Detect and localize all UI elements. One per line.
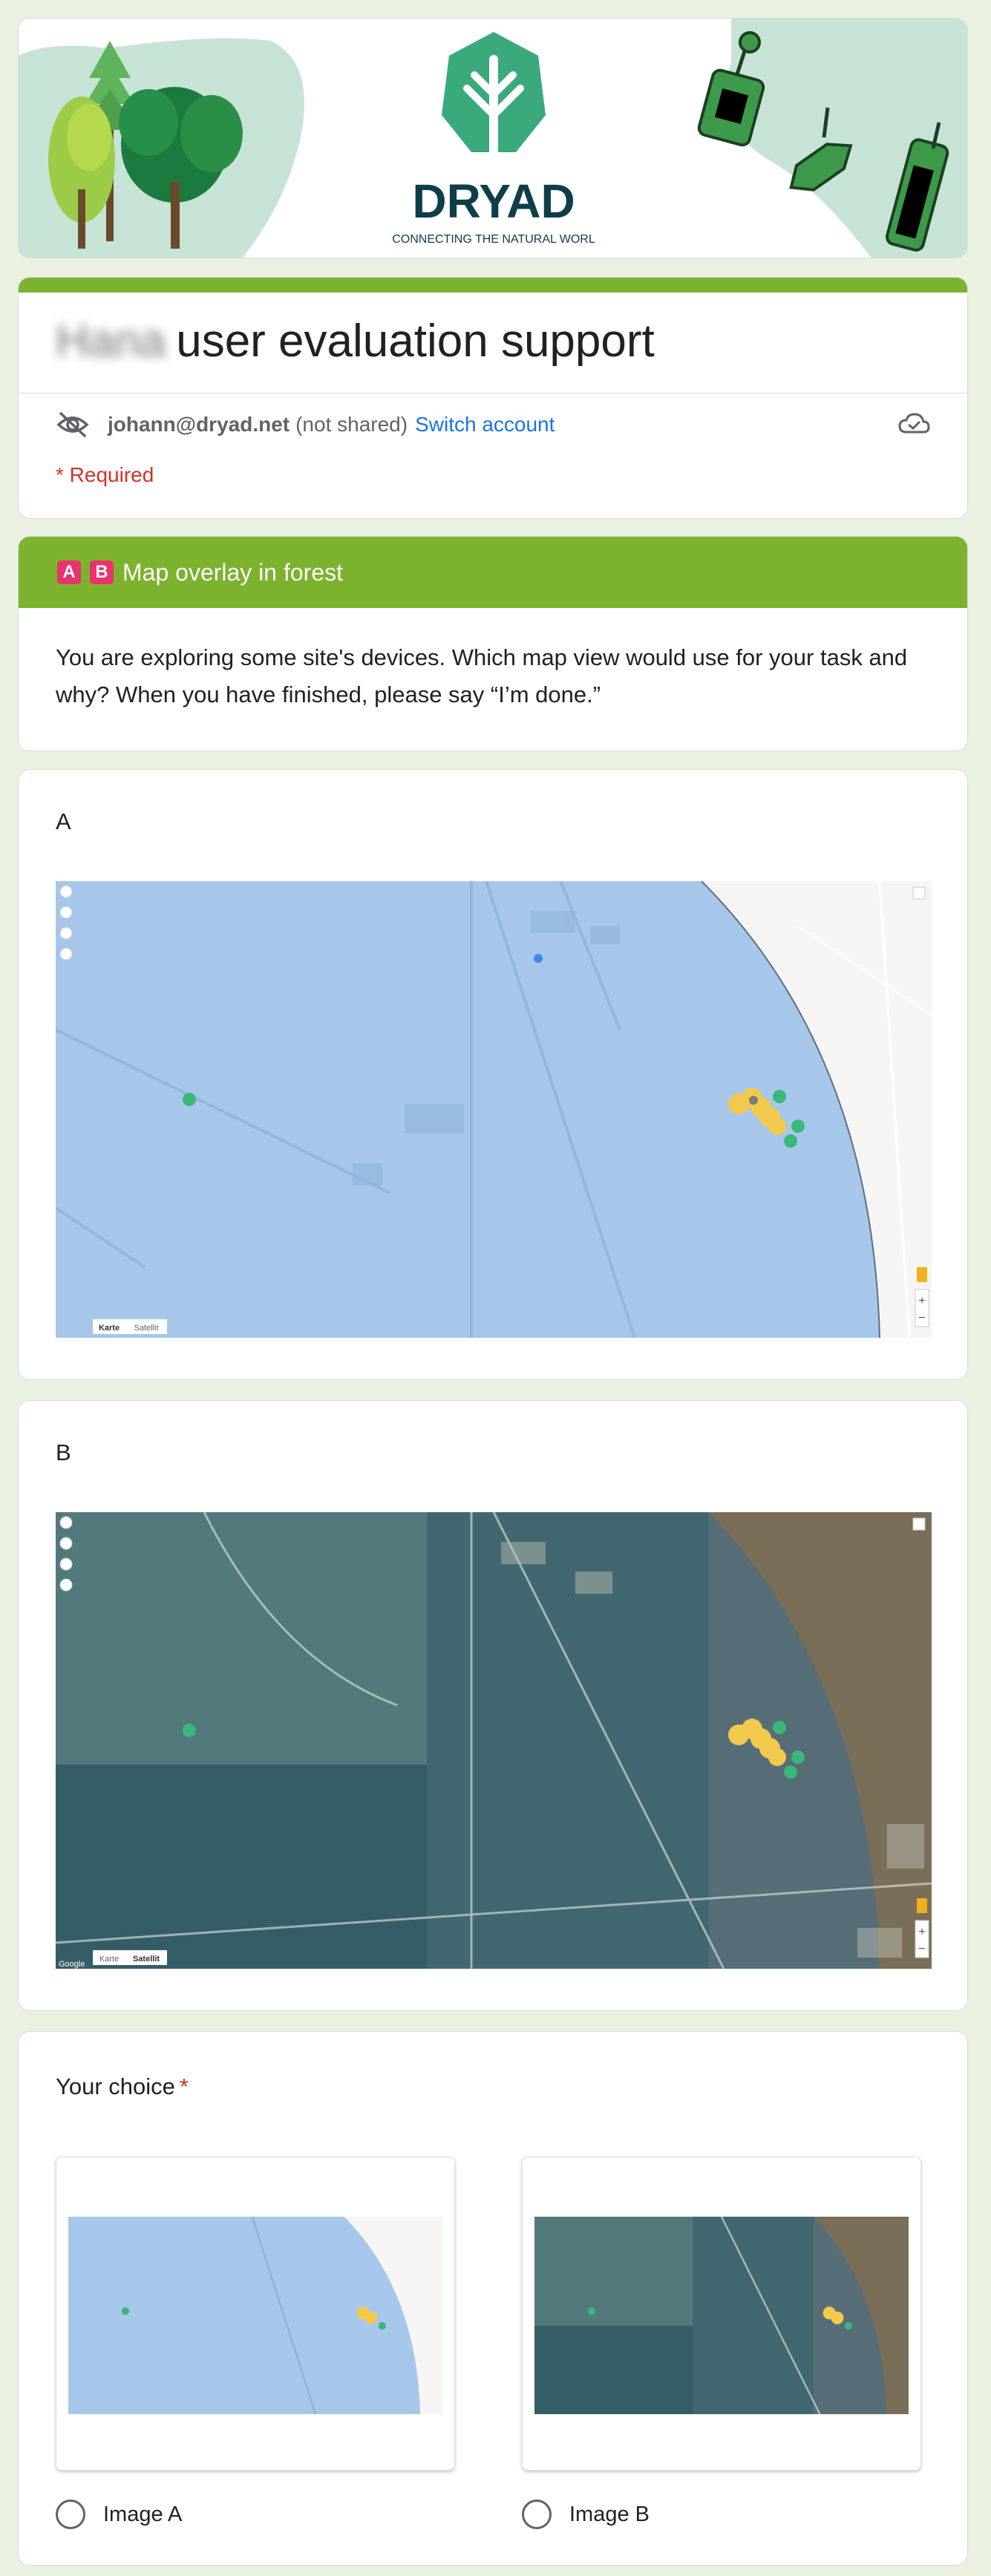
svg-text:−: −: [918, 1943, 925, 1955]
question-label: B: [56, 1439, 71, 1465]
google-attribution: Google: [59, 1960, 85, 1969]
option-b[interactable]: Image B: [522, 2500, 650, 2529]
blurred-name: Hana: [56, 316, 166, 367]
badge-b: B: [90, 560, 114, 584]
option-a[interactable]: Image A: [56, 2500, 182, 2529]
question-label: A: [56, 808, 71, 834]
form-title: Hana user evaluation support: [56, 315, 655, 367]
svg-text:+: +: [918, 1926, 925, 1938]
accent-bar: [19, 278, 967, 292]
logo-tagline: CONNECTING THE NATURAL WORL: [392, 233, 595, 246]
section-card: A B Map overlay in forest You are explor…: [18, 536, 968, 751]
choice-title: Your choice *: [56, 2073, 189, 2100]
required-asterisk: *: [179, 2073, 189, 2099]
form-title-text: user evaluation support: [176, 316, 655, 367]
badge-a: A: [57, 560, 81, 584]
map-type-satellit: Satellit: [133, 1955, 160, 1964]
pegman-icon: [917, 1267, 927, 1282]
banner-illustration: DRYAD CONNECTING THE NATURAL WORL: [19, 19, 967, 258]
map-b[interactable]: + − Google Karte Satellit: [56, 1512, 932, 1969]
svg-text:−: −: [918, 1312, 925, 1324]
map-a-canvas[interactable]: + − Karte Satellit: [56, 881, 932, 1338]
logo-wordmark: DRYAD: [412, 174, 575, 228]
section-description: You are exploring some site's devices. W…: [56, 644, 908, 707]
form-title-card: Hana user evaluation support johann@dryad…: [18, 277, 968, 519]
question-card-a: A + − Karte Satellit: [18, 769, 968, 1380]
switch-account-link[interactable]: Switch account: [415, 413, 555, 437]
thumbnail-map-b: [534, 2217, 909, 2414]
thumbnail-map-a: [68, 2217, 442, 2414]
map-a[interactable]: + − Karte Satellit: [56, 881, 932, 1338]
radio-button-a[interactable]: [56, 2500, 85, 2529]
question-card-b: B + − Google Karte Satellit: [18, 1400, 968, 2011]
map-type-satellit: Satellit: [134, 1324, 158, 1333]
dryad-logo: [442, 32, 546, 155]
option-b-label: Image B: [569, 2502, 650, 2526]
account-note: (not shared): [295, 413, 408, 436]
header-banner: DRYAD CONNECTING THE NATURAL WORL: [18, 18, 968, 258]
map-type-karte: Karte: [99, 1955, 119, 1964]
section-title: Map overlay in forest: [122, 558, 344, 586]
svg-text:+: +: [918, 1295, 925, 1307]
choice-title-text: Your choice: [56, 2073, 175, 2099]
account-email: johann@dryad.net: [108, 413, 290, 436]
map-type-karte: Karte: [99, 1324, 120, 1333]
account-row: johann@dryad.net (not shared) Switch acc…: [56, 410, 930, 439]
required-note: * Required: [56, 463, 154, 486]
option-image-a[interactable]: [56, 2157, 455, 2471]
fullscreen-icon: [912, 1517, 926, 1531]
map-b-canvas[interactable]: + − Google Karte Satellit: [56, 1512, 932, 1969]
choice-card: Your choice * Image A Image B: [18, 2031, 968, 2566]
option-a-label: Image A: [103, 2502, 183, 2526]
pegman-icon: [917, 1898, 927, 1913]
section-header: A B Map overlay in forest: [19, 537, 967, 608]
radio-button-b[interactable]: [522, 2500, 552, 2529]
cloud-saved-icon: [898, 413, 930, 434]
eye-off-icon: [56, 411, 89, 438]
fullscreen-icon: [912, 886, 926, 900]
option-image-b[interactable]: [522, 2157, 921, 2471]
